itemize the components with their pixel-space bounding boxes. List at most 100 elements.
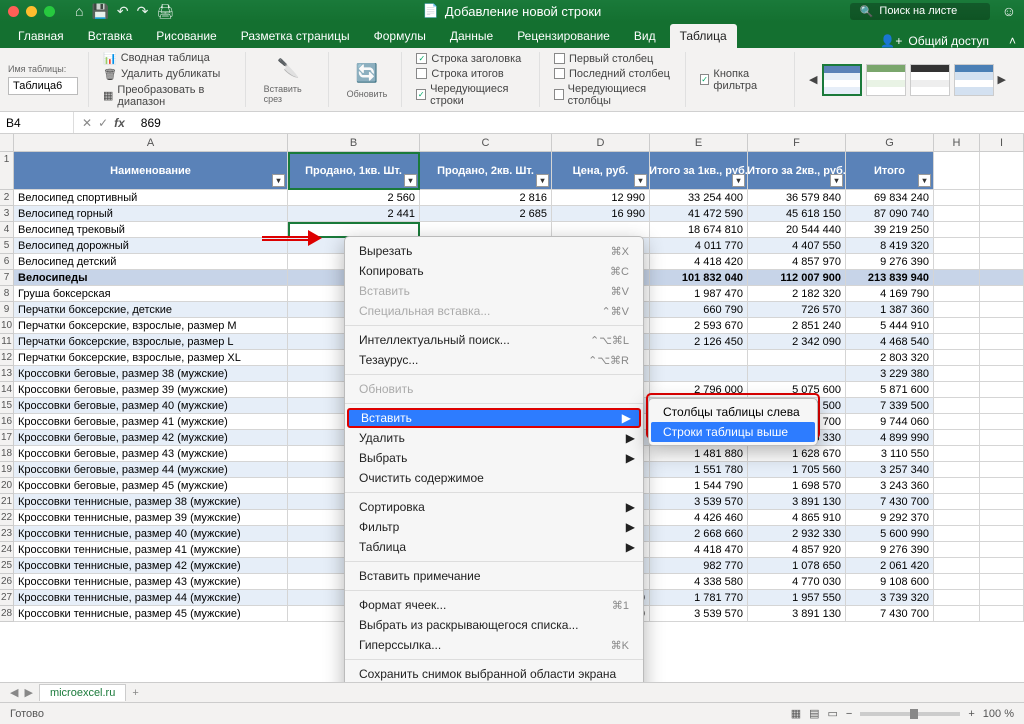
name-box[interactable]: B4 [0, 112, 74, 133]
cell[interactable]: 2 441 [288, 206, 420, 222]
table-name-input[interactable] [8, 77, 78, 95]
col-header-A[interactable]: A [14, 134, 288, 152]
row-header-23[interactable]: 23 [0, 526, 14, 542]
view-normal-icon[interactable]: ▦ [791, 707, 801, 720]
share-button[interactable]: 👤+ Общий доступ [870, 34, 999, 48]
cell[interactable]: 3 243 360 [846, 478, 934, 494]
cell[interactable]: 982 770 [650, 558, 748, 574]
formula-input[interactable]: 869 [133, 116, 169, 130]
filter-icon[interactable]: ▾ [830, 174, 843, 187]
table-header[interactable]: Итого за 1кв., руб.▾ [650, 152, 748, 190]
empty-cell[interactable] [980, 542, 1024, 558]
cell[interactable]: 4 857 920 [748, 542, 846, 558]
tab-Формулы[interactable]: Формулы [364, 24, 436, 48]
cell[interactable]: 3 539 570 [650, 494, 748, 510]
empty-cell[interactable] [934, 318, 980, 334]
cell[interactable]: 1 078 650 [748, 558, 846, 574]
filter-icon[interactable]: ▾ [272, 174, 285, 187]
empty-cell[interactable] [934, 350, 980, 366]
row-header-6[interactable]: 6 [0, 254, 14, 270]
cell[interactable]: 1 551 780 [650, 462, 748, 478]
cell[interactable]: 2 685 [420, 206, 552, 222]
empty-cell[interactable] [934, 590, 980, 606]
zoom-in-icon[interactable]: + [968, 708, 974, 720]
empty-cell[interactable] [980, 590, 1024, 606]
convert-range-button[interactable]: ▦Преобразовать в диапазон [103, 84, 235, 108]
empty-cell[interactable] [934, 152, 980, 190]
refresh-button[interactable]: 🔄Обновить [343, 59, 392, 101]
empty-cell[interactable] [934, 366, 980, 382]
col-header-I[interactable]: I [980, 134, 1024, 152]
cell[interactable]: 9 276 390 [846, 254, 934, 270]
cell[interactable] [748, 350, 846, 366]
table-header[interactable]: Итого▾ [846, 152, 934, 190]
empty-cell[interactable] [934, 606, 980, 622]
table-header[interactable]: Цена, руб.▾ [552, 152, 650, 190]
empty-cell[interactable] [980, 414, 1024, 430]
cell[interactable] [650, 350, 748, 366]
cell[interactable]: 69 834 240 [846, 190, 934, 206]
cell[interactable]: Кроссовки беговые, размер 42 (мужские) [14, 430, 288, 446]
empty-cell[interactable] [980, 302, 1024, 318]
last-col-check[interactable]: Последний столбец [554, 68, 670, 80]
empty-cell[interactable] [934, 270, 980, 286]
header-row-check[interactable]: ✓Строка заголовка [416, 53, 521, 65]
col-header-E[interactable]: E [650, 134, 748, 152]
cell[interactable]: 4 468 540 [846, 334, 934, 350]
cell[interactable]: 1 698 570 [748, 478, 846, 494]
row-header-1[interactable]: 1 [0, 152, 14, 190]
empty-cell[interactable] [980, 382, 1024, 398]
cell[interactable]: 726 570 [748, 302, 846, 318]
empty-cell[interactable] [934, 190, 980, 206]
empty-cell[interactable] [934, 222, 980, 238]
undo-icon[interactable]: ↶ [117, 3, 129, 20]
cell[interactable]: Кроссовки беговые, размер 44 (мужские) [14, 462, 288, 478]
zoom-value[interactable]: 100 % [983, 708, 1014, 720]
cell[interactable]: 213 839 940 [846, 270, 934, 286]
tab-Главная[interactable]: Главная [8, 24, 74, 48]
cell[interactable]: 112 007 900 [748, 270, 846, 286]
ctx-smart-lookup[interactable]: Интеллектуальный поиск...⌃⌥⌘L [345, 330, 643, 350]
cell[interactable]: 3 891 130 [748, 494, 846, 510]
empty-cell[interactable] [934, 526, 980, 542]
cell[interactable]: 1 987 470 [650, 286, 748, 302]
cell[interactable]: 5 444 910 [846, 318, 934, 334]
cell[interactable]: 87 090 740 [846, 206, 934, 222]
cell[interactable]: 45 618 150 [748, 206, 846, 222]
submenu-rows-above[interactable]: Строки таблицы выше [651, 422, 815, 442]
row-header-27[interactable]: 27 [0, 590, 14, 606]
remove-dup-button[interactable]: 🗑Удалить дубликаты [103, 68, 220, 81]
empty-cell[interactable] [934, 238, 980, 254]
save-icon[interactable]: 💾 [91, 3, 108, 20]
empty-cell[interactable] [934, 494, 980, 510]
empty-cell[interactable] [934, 446, 980, 462]
gallery-prev-icon[interactable]: ◀ [809, 73, 817, 86]
row-header-5[interactable]: 5 [0, 238, 14, 254]
cell[interactable]: 2 560 [288, 190, 420, 206]
empty-cell[interactable] [980, 430, 1024, 446]
empty-cell[interactable] [980, 606, 1024, 622]
submenu-cols-left[interactable]: Столбцы таблицы слева [649, 402, 817, 422]
zoom-slider[interactable] [860, 712, 960, 716]
cell[interactable]: 1 544 790 [650, 478, 748, 494]
cell[interactable]: 41 472 590 [650, 206, 748, 222]
cell[interactable] [748, 366, 846, 382]
cell[interactable]: Кроссовки теннисные, размер 45 (мужские) [14, 606, 288, 622]
cell[interactable]: 101 832 040 [650, 270, 748, 286]
tab-Рецензирование[interactable]: Рецензирование [507, 24, 620, 48]
row-header-7[interactable]: 7 [0, 270, 14, 286]
row-header-2[interactable]: 2 [0, 190, 14, 206]
cell[interactable]: 5 600 990 [846, 526, 934, 542]
cell[interactable]: 4 011 770 [650, 238, 748, 254]
empty-cell[interactable] [980, 366, 1024, 382]
row-header-21[interactable]: 21 [0, 494, 14, 510]
cell[interactable]: 2 593 670 [650, 318, 748, 334]
cell[interactable]: Перчатки боксерские, взрослые, размер M [14, 318, 288, 334]
col-header-F[interactable]: F [748, 134, 846, 152]
cell[interactable]: 4 426 460 [650, 510, 748, 526]
cell[interactable]: 2 126 450 [650, 334, 748, 350]
cell[interactable]: Кроссовки беговые, размер 38 (мужские) [14, 366, 288, 382]
cell[interactable]: 2 932 330 [748, 526, 846, 542]
empty-cell[interactable] [980, 526, 1024, 542]
view-break-icon[interactable]: ▭ [828, 707, 838, 720]
